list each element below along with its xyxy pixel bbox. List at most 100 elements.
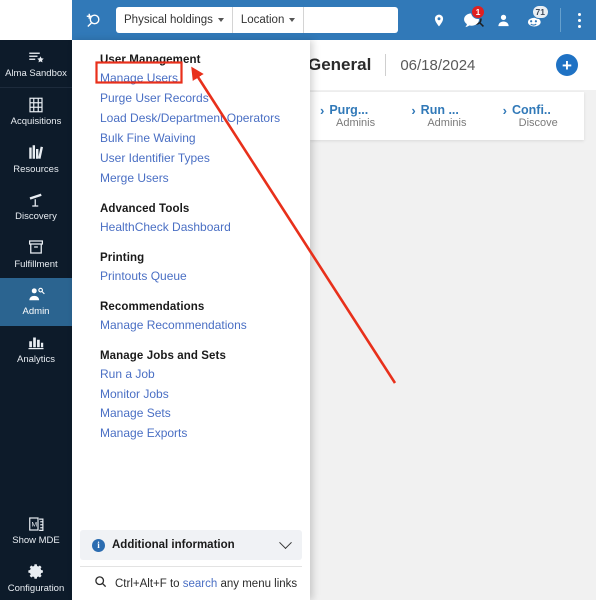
card-title: Run ... bbox=[420, 103, 459, 117]
menu-group-heading: Recommendations bbox=[100, 300, 205, 313]
sidebar-item-fulfillment[interactable]: Fulfillment bbox=[0, 231, 72, 278]
sidebar-item-analytics[interactable]: Analytics bbox=[0, 326, 72, 373]
menu-group: User Management Manage Users Purge User Re… bbox=[72, 54, 310, 189]
additional-information-toggle[interactable]: i Additional information bbox=[80, 530, 302, 560]
sidebar-item-show-mde[interactable]: M Show MDE bbox=[0, 507, 72, 554]
main-content-area: General 06/18/2024 + › Purg... Adminis ›… bbox=[308, 40, 596, 600]
chevron-right-icon: › bbox=[320, 102, 325, 118]
chevron-right-icon: › bbox=[411, 102, 416, 118]
menu-link[interactable]: Run a Job bbox=[72, 365, 310, 385]
sidebar-item-label: Discovery bbox=[15, 211, 57, 223]
hint-suffix: any menu links bbox=[217, 577, 298, 590]
info-icon: i bbox=[92, 538, 105, 552]
tasks-badge: 71 bbox=[531, 5, 549, 19]
additional-information-label: Additional information bbox=[112, 539, 235, 551]
sidebar-item-discovery[interactable]: Discovery bbox=[0, 183, 72, 230]
dashboard-card[interactable]: › Run ... Adminis bbox=[401, 103, 492, 129]
menu-groups-container: User Management Manage Users Purge User Re… bbox=[72, 40, 310, 530]
sidebar-item-label: Admin bbox=[22, 306, 50, 318]
sidebar-item-label: Alma Sandbox bbox=[5, 68, 67, 79]
menu-link[interactable]: Manage Recommendations bbox=[72, 316, 310, 336]
menu-search-hint: Ctrl+Alt+F to search any menu links bbox=[80, 566, 302, 600]
menu-link[interactable]: Manage Sets bbox=[72, 404, 310, 424]
analytics-icon bbox=[27, 333, 45, 352]
menu-link[interactable]: Manage Exports bbox=[72, 424, 310, 444]
menu-search-hint-text: Ctrl+Alt+F to search any menu links bbox=[115, 578, 297, 590]
menu-link[interactable]: Printouts Queue bbox=[72, 267, 310, 287]
add-widget-button[interactable]: + bbox=[556, 54, 578, 76]
logo-area bbox=[0, 0, 72, 40]
menu-link[interactable]: Manage Users bbox=[72, 69, 310, 89]
card-header: › Run ... bbox=[411, 103, 492, 117]
sidebar-item-label: Acquisitions bbox=[10, 116, 62, 128]
card-subtitle: Discove bbox=[518, 117, 558, 129]
admin-icon bbox=[27, 285, 46, 304]
menu-group-heading: Advanced Tools bbox=[100, 202, 190, 215]
fulfillment-icon bbox=[27, 238, 45, 257]
page-header: General 06/18/2024 + bbox=[308, 40, 596, 90]
search-scope-label: Physical holdings bbox=[124, 14, 213, 26]
sidebar-item-admin[interactable]: Admin bbox=[0, 278, 72, 326]
admin-menu-panel: User Management Manage Users Purge User Re… bbox=[72, 40, 310, 600]
sidebar-item-alma-sandbox[interactable]: Alma Sandbox bbox=[0, 40, 72, 89]
location-pin-icon[interactable] bbox=[424, 0, 454, 40]
chevron-down-icon bbox=[289, 18, 296, 22]
card-title: Purg... bbox=[329, 103, 369, 117]
menu-group-heading: User Management bbox=[100, 54, 201, 66]
menu-group: Manage Jobs and Sets Run a Job Monitor Job… bbox=[72, 350, 310, 445]
search-bar: Physical holdings Location bbox=[116, 7, 485, 33]
menu-link[interactable]: Purge User Records bbox=[72, 89, 310, 109]
card-header: › Purg... bbox=[320, 103, 401, 117]
menu-link[interactable]: User Identifier Types bbox=[72, 149, 310, 169]
top-bar: Physical holdings Location 1 71 bbox=[72, 0, 596, 40]
kebab-menu-icon[interactable] bbox=[567, 0, 591, 40]
sidebar-item-acquisitions[interactable]: Acquisitions bbox=[0, 88, 72, 135]
gear-icon bbox=[27, 562, 45, 581]
card-subtitle: Adminis bbox=[427, 117, 467, 129]
discovery-icon bbox=[26, 190, 46, 209]
menu-link[interactable]: Merge Users bbox=[72, 169, 310, 189]
header-divider bbox=[385, 54, 387, 76]
sidebar-item-configuration[interactable]: Configuration bbox=[0, 555, 72, 600]
search-icon bbox=[94, 575, 107, 593]
tasks-icon[interactable]: 71 bbox=[520, 0, 550, 40]
user-icon[interactable] bbox=[488, 0, 518, 40]
card-header: › Confi.. bbox=[503, 103, 584, 117]
menu-link[interactable]: HealthCheck Dashboard bbox=[72, 218, 310, 238]
menu-link[interactable]: Monitor Jobs bbox=[72, 385, 310, 405]
menu-group-heading: Printing bbox=[100, 251, 145, 264]
chat-badge: 1 bbox=[471, 5, 485, 19]
svg-text:M: M bbox=[31, 521, 37, 528]
chevron-down-icon bbox=[217, 18, 224, 22]
sidebar-item-label: Show MDE bbox=[12, 535, 60, 547]
dashboard-card[interactable]: › Confi.. Discove bbox=[493, 103, 584, 129]
page-date: 06/18/2024 bbox=[400, 56, 476, 74]
search-field-label: Location bbox=[240, 14, 285, 26]
sidebar-item-resources[interactable]: Resources bbox=[0, 136, 72, 183]
add-search-icon[interactable] bbox=[78, 0, 108, 40]
chevron-down-icon bbox=[279, 535, 292, 549]
search-scope-dropdown[interactable]: Physical holdings bbox=[116, 7, 233, 33]
alma-sandbox-icon bbox=[26, 47, 46, 66]
resources-icon bbox=[27, 143, 45, 162]
main-sidebar: Alma Sandbox Acquisitions Resources Disc… bbox=[0, 40, 72, 600]
chat-bubble-icon[interactable]: 1 bbox=[456, 0, 486, 40]
menu-search-link[interactable]: search bbox=[183, 578, 218, 590]
show-mde-icon: M bbox=[27, 514, 46, 533]
dashboard-card[interactable]: › Purg... Adminis bbox=[310, 103, 401, 129]
sidebar-item-label: Resources bbox=[13, 163, 59, 175]
menu-link[interactable]: Bulk Fine Waiving bbox=[72, 129, 310, 149]
sidebar-item-label: Configuration bbox=[7, 582, 65, 594]
card-subtitle: Adminis bbox=[336, 117, 376, 129]
sidebar-item-label: Analytics bbox=[16, 353, 55, 365]
menu-group: Advanced Tools HealthCheck Dashboard bbox=[72, 203, 310, 238]
sidebar-item-label: Fulfillment bbox=[14, 258, 58, 270]
acquisitions-icon bbox=[27, 95, 45, 114]
search-field-dropdown[interactable]: Location bbox=[233, 7, 305, 33]
hint-prefix: Ctrl+Alt+F to bbox=[115, 577, 183, 590]
chevron-right-icon: › bbox=[502, 102, 507, 118]
card-title: Confi.. bbox=[512, 103, 551, 117]
top-bar-divider bbox=[560, 8, 561, 32]
menu-link[interactable]: Load Desk/Department Operators bbox=[72, 109, 310, 129]
